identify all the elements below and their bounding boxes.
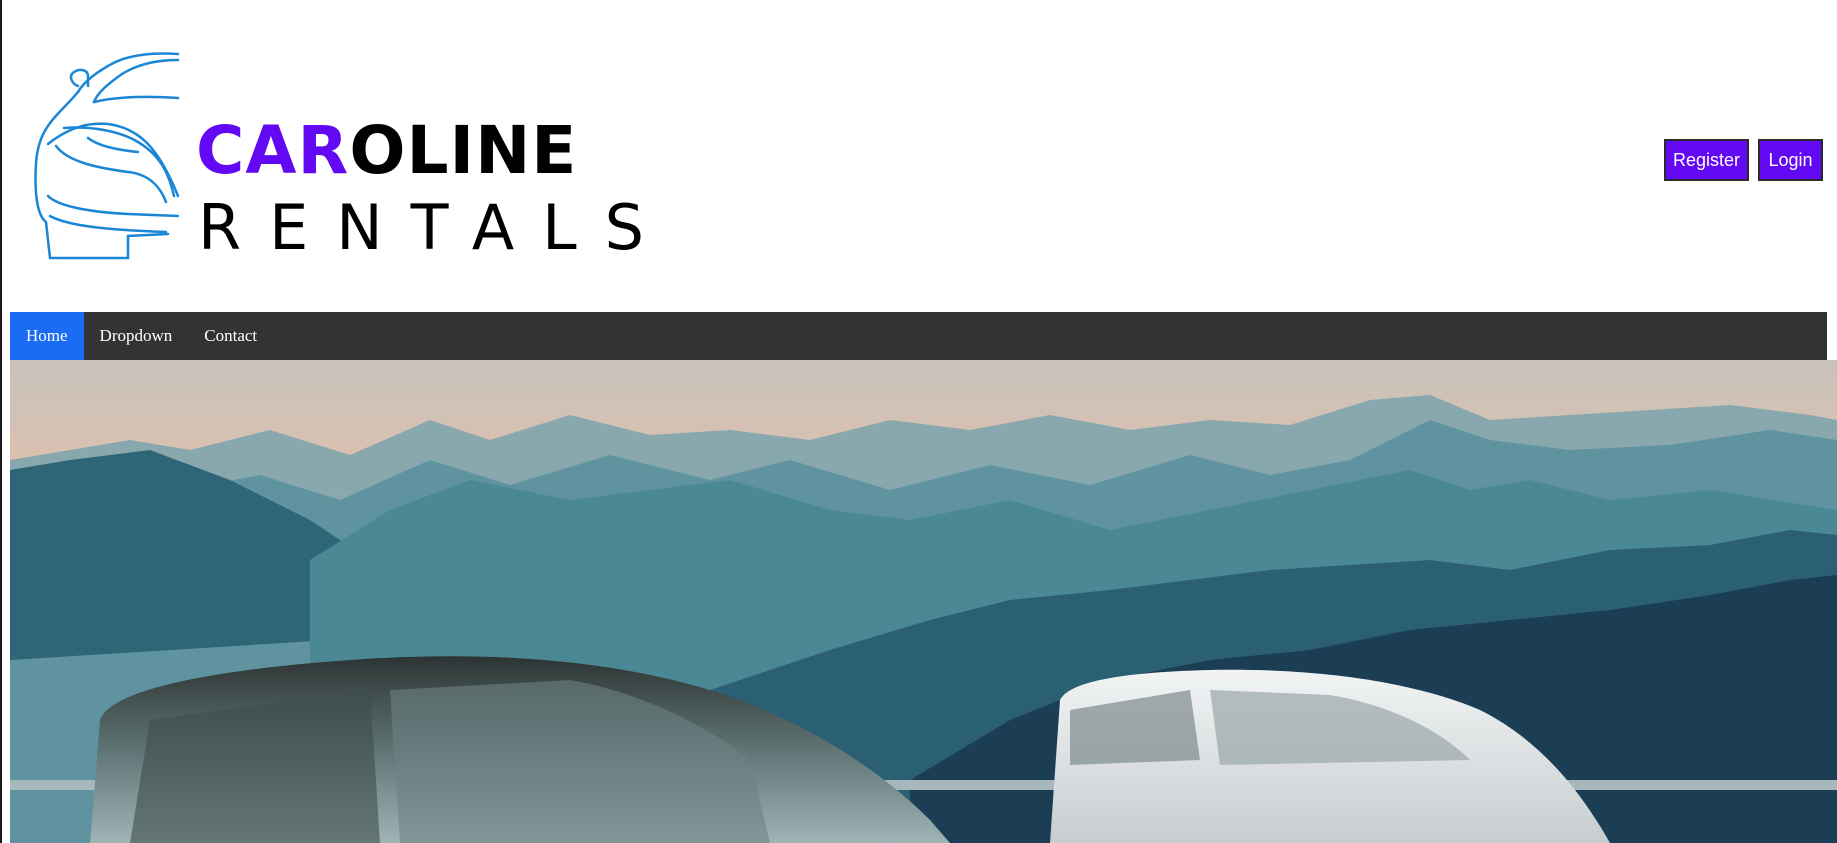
login-button[interactable]: Login bbox=[1758, 139, 1823, 181]
brand-name-primary: CAROLINE bbox=[196, 110, 577, 192]
brand-accent-text: CAR bbox=[196, 112, 350, 189]
nav-item-home[interactable]: Home bbox=[10, 312, 84, 360]
site-logo[interactable]: CAROLINE RENTALS bbox=[28, 46, 644, 268]
nav-item-dropdown[interactable]: Dropdown bbox=[84, 312, 189, 360]
hero-banner bbox=[10, 360, 1837, 843]
register-button[interactable]: Register bbox=[1664, 139, 1749, 181]
mountain-vans-hero-image bbox=[10, 360, 1837, 843]
brand-name-secondary: RENTALS bbox=[198, 191, 673, 264]
brand-rest-text: OLINE bbox=[349, 112, 578, 189]
nav-item-contact[interactable]: Contact bbox=[188, 312, 273, 360]
site-header: CAROLINE RENTALS Register Login bbox=[0, 0, 1837, 312]
main-navigation: Home Dropdown Contact bbox=[10, 312, 1827, 360]
car-outline-logo-icon bbox=[34, 52, 180, 260]
